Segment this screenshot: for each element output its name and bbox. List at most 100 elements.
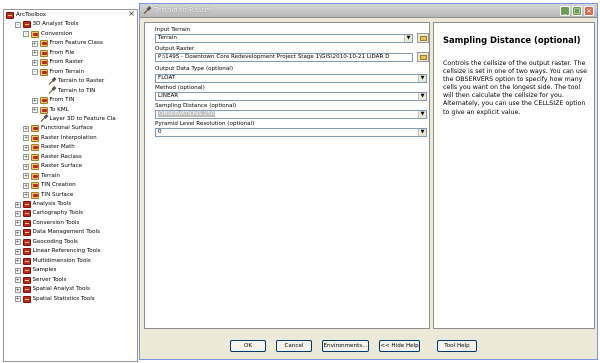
expand-icon[interactable]: + — [31, 107, 38, 113]
browse-terrain-button[interactable] — [417, 33, 429, 43]
tree-item-label: TIN Surface — [41, 191, 74, 198]
tree-item-label: From TIN — [49, 97, 75, 104]
close-window-button[interactable]: × — [584, 6, 594, 16]
expand-icon[interactable]: + — [23, 144, 29, 151]
expand-icon[interactable]: + — [23, 163, 29, 170]
expand-icon[interactable]: + — [14, 267, 21, 274]
tree-item[interactable]: + Geocoding Tools — [14, 238, 78, 247]
tree-item[interactable]: + Raster Surface — [23, 162, 82, 171]
tree-item[interactable]: + Spatial Analyst Tools — [14, 285, 90, 294]
pyramid-level-select[interactable]: 0 ▼ — [155, 128, 427, 137]
tree-item[interactable]: + TIN Surface — [23, 191, 73, 200]
chevron-down-icon[interactable]: ▼ — [418, 93, 426, 100]
tree-item-label: ArcToolbox — [16, 12, 47, 18]
tree-item[interactable]: + Conversion Tools — [14, 219, 79, 228]
ok-button[interactable]: OK — [230, 340, 266, 352]
expand-icon[interactable]: + — [14, 296, 21, 302]
sampling-distance-value[interactable]: OBSERVATIONS 250 — [158, 111, 216, 117]
tree-item[interactable]: + Data Management Tools — [14, 228, 100, 237]
toolset-icon — [31, 153, 39, 161]
output-data-type-select[interactable]: FLOAT ▼ — [155, 74, 427, 83]
expand-icon[interactable]: + — [23, 173, 29, 180]
collapse-icon[interactable]: - — [23, 31, 29, 38]
tree-item[interactable]: + Raster Math — [23, 143, 75, 152]
cancel-button[interactable]: Cancel — [276, 340, 312, 352]
expand-icon[interactable]: + — [14, 277, 21, 284]
tree-item[interactable]: + Raster Interpolation — [23, 134, 97, 143]
tree-item[interactable]: + Samples — [14, 266, 56, 275]
expand-icon[interactable]: + — [23, 135, 29, 142]
tree-item[interactable]: - 3D Analyst Tools — [14, 20, 78, 29]
tree-item[interactable]: + From File — [31, 49, 75, 58]
toolset-icon — [39, 49, 48, 57]
tree-item-label: From Feature Class — [49, 40, 103, 47]
expand-icon[interactable]: + — [31, 59, 38, 66]
hammer-icon — [40, 115, 48, 123]
chevron-down-icon[interactable]: ▼ — [418, 75, 426, 82]
tree-item[interactable]: + Analysis Tools — [14, 200, 71, 209]
tree-item[interactable]: ArcToolbox — [6, 11, 46, 20]
environments-button[interactable]: Environments... — [322, 340, 369, 352]
tree-item[interactable]: + Terrain — [23, 172, 60, 181]
tree-item[interactable]: + Raster Reclass — [23, 153, 82, 162]
hammer-icon — [48, 78, 56, 86]
method-select[interactable]: LINEAR ▼ — [155, 92, 427, 101]
tree-item[interactable]: - From Terrain — [31, 68, 84, 77]
expand-icon[interactable]: + — [31, 40, 38, 47]
chevron-down-icon[interactable]: ▼ — [404, 35, 412, 42]
output-data-type-label: Output Data Type (optional) — [155, 66, 234, 72]
expand-icon[interactable]: + — [23, 182, 29, 189]
expand-icon[interactable]: + — [14, 220, 21, 227]
tree-item[interactable]: + Functional Surface — [23, 124, 93, 133]
expand-icon[interactable]: + — [23, 192, 29, 199]
tree-item[interactable]: + Linear Referencing Tools — [14, 247, 101, 256]
tree-item[interactable]: + Multidimension Tools — [14, 257, 91, 266]
output-raster-value: P:\1495 - Downtown Core Redevelopment Pr… — [158, 54, 390, 60]
tree-item[interactable]: Terrain to TIN — [40, 87, 95, 96]
expand-icon[interactable]: + — [14, 258, 21, 265]
collapse-icon[interactable]: - — [31, 69, 38, 76]
hide-help-button[interactable]: << Hide Help — [379, 340, 420, 352]
collapse-icon[interactable]: - — [14, 21, 21, 28]
close-icon[interactable]: × — [128, 10, 135, 18]
button-bar: OK Cancel Environments... << Hide Help T… — [140, 331, 597, 359]
tree-item[interactable]: Layer 3D to Feature Cla — [32, 115, 116, 124]
input-terrain-select[interactable]: Terrain ▼ — [155, 34, 413, 43]
tree-item[interactable]: + From TIN — [31, 96, 75, 105]
tree-item-label: Raster Reclass — [41, 153, 82, 160]
sampling-distance-select[interactable]: OBSERVATIONS 250 ▼ — [155, 110, 427, 119]
tool-help-button[interactable]: Tool Help — [437, 340, 477, 352]
chevron-down-icon[interactable]: ▼ — [418, 129, 426, 136]
tree-item[interactable]: + Cartography Tools — [14, 209, 83, 218]
expand-icon[interactable]: + — [31, 97, 38, 104]
tree-item[interactable]: + To KML — [31, 106, 69, 115]
expand-icon[interactable]: + — [23, 125, 29, 132]
title-bar[interactable]: Terrain to Raster _ □ × — [140, 4, 597, 18]
expand-icon[interactable]: + — [31, 50, 38, 57]
expand-icon[interactable]: + — [14, 201, 21, 208]
chevron-down-icon[interactable]: ▼ — [418, 111, 426, 118]
tree-item[interactable]: + Spatial Statistics Tools — [14, 295, 95, 304]
expand-icon[interactable]: + — [14, 229, 21, 236]
expand-icon[interactable]: + — [14, 286, 21, 293]
parameters-form: Input Terrain Terrain ▼ Output Raster P:… — [144, 22, 430, 329]
toolset-icon — [31, 30, 39, 38]
expand-icon[interactable]: + — [14, 239, 21, 246]
browse-output-button[interactable] — [417, 52, 429, 62]
tree-item[interactable]: + TIN Creation — [23, 181, 76, 190]
output-raster-field[interactable]: P:\1495 - Downtown Core Redevelopment Pr… — [155, 53, 413, 62]
expand-icon[interactable]: + — [23, 154, 29, 161]
maximize-button[interactable]: □ — [572, 6, 582, 16]
tree-item[interactable]: + Server Tools — [14, 276, 66, 285]
output-data-type-value: FLOAT — [158, 75, 176, 81]
minimize-button[interactable]: _ — [560, 6, 570, 16]
tree-item[interactable]: - Conversion — [23, 30, 72, 39]
tree-item-label: From File — [49, 49, 75, 56]
tree-item[interactable]: + From Raster — [31, 58, 83, 67]
tree-item[interactable]: + From Feature Class — [31, 39, 103, 48]
toolbox-icon — [22, 229, 31, 237]
expand-icon[interactable]: + — [14, 210, 21, 217]
tree-item-label: Multidimension Tools — [32, 257, 91, 264]
tree-item[interactable]: Terrain to Raster — [40, 77, 104, 86]
expand-icon[interactable]: + — [14, 248, 21, 255]
